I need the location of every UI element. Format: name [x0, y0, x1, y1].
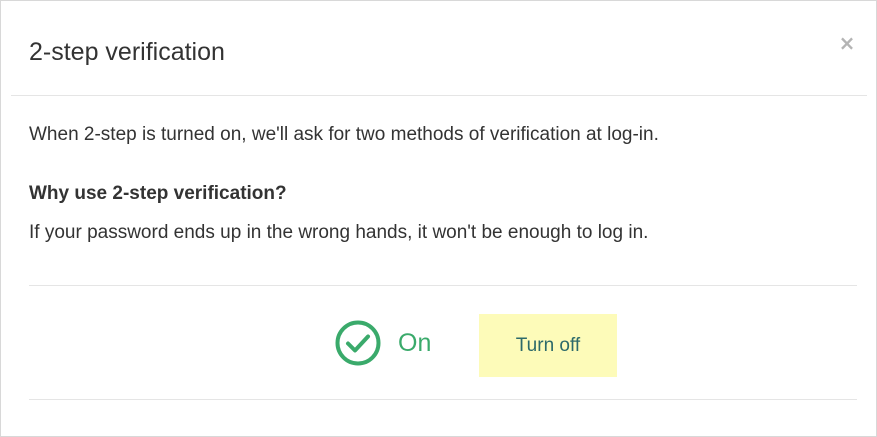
- turn-off-button[interactable]: Turn off: [479, 314, 617, 377]
- divider: [29, 399, 857, 400]
- status-indicator: On: [335, 320, 431, 366]
- check-circle-icon: [335, 320, 381, 366]
- why-text: If your password ends up in the wrong ha…: [29, 222, 649, 243]
- two-step-dialog: 2-step verification × When 2-step is tur…: [0, 0, 877, 437]
- close-button[interactable]: ×: [837, 31, 857, 55]
- dialog-header: 2-step verification ×: [11, 1, 867, 96]
- divider: [29, 285, 857, 286]
- why-heading: Why use 2-step verification?: [29, 183, 287, 204]
- intro-text: When 2-step is turned on, we'll ask for …: [29, 124, 659, 145]
- status-label: On: [398, 329, 432, 357]
- dialog-title: 2-step verification: [29, 38, 225, 66]
